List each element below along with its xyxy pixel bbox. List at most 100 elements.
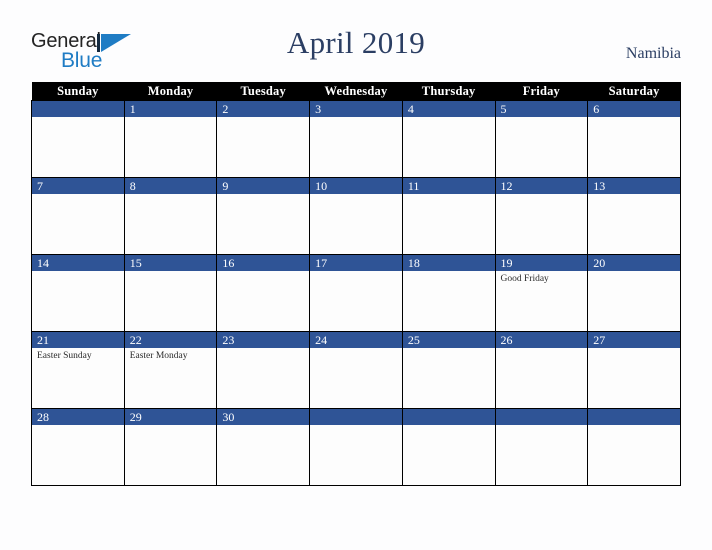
calendar-week-row: 7 8 9 10 11 12 13 bbox=[31, 177, 681, 255]
calendar-day-cell[interactable]: 28 bbox=[31, 408, 125, 486]
day-events bbox=[217, 425, 309, 485]
calendar-day-cell[interactable] bbox=[31, 100, 125, 178]
day-number bbox=[495, 409, 588, 425]
day-events: Easter Monday bbox=[125, 348, 217, 408]
calendar-week-row: 28 29 30 bbox=[31, 408, 681, 486]
calendar-day-cell[interactable]: 14 bbox=[31, 254, 125, 332]
calendar-day-cell[interactable]: 10 bbox=[309, 177, 403, 255]
day-number: 1 bbox=[124, 101, 217, 117]
day-events bbox=[217, 117, 309, 177]
calendar-day-cell[interactable]: 24 bbox=[309, 331, 403, 409]
day-events: Easter Sunday bbox=[32, 348, 124, 408]
calendar-day-cell[interactable]: 29 bbox=[123, 408, 218, 486]
day-events bbox=[588, 348, 680, 408]
calendar-day-cell[interactable]: 13 bbox=[587, 177, 681, 255]
calendar-day-cell[interactable]: 2 bbox=[216, 100, 311, 178]
day-number: 7 bbox=[32, 178, 124, 194]
day-number: 14 bbox=[32, 255, 124, 271]
calendar-day-cell[interactable]: 16 bbox=[216, 254, 311, 332]
day-events bbox=[588, 271, 680, 331]
weekday-header-row: Sunday Monday Tuesday Wednesday Thursday… bbox=[31, 82, 681, 101]
day-events bbox=[403, 425, 495, 485]
day-events bbox=[125, 117, 217, 177]
day-number: 17 bbox=[310, 255, 402, 271]
day-number: 18 bbox=[402, 255, 495, 271]
weekday-header-thursday: Thursday bbox=[402, 82, 496, 101]
day-number: 22 bbox=[124, 332, 217, 348]
calendar-body: 1 2 3 4 5 6 7 8 9 10 11 12 13 14 15 16 17 18 19 Good Friday… bbox=[31, 100, 681, 486]
calendar-day-cell[interactable]: 18 bbox=[401, 254, 496, 332]
day-number: 15 bbox=[124, 255, 217, 271]
calendar-day-cell[interactable] bbox=[309, 408, 403, 486]
day-events bbox=[588, 194, 680, 254]
day-events bbox=[125, 194, 217, 254]
day-events bbox=[403, 194, 495, 254]
day-events bbox=[403, 271, 495, 331]
weekday-header-monday: Monday bbox=[124, 82, 217, 101]
calendar-day-cell[interactable]: 7 bbox=[31, 177, 125, 255]
day-events bbox=[310, 271, 402, 331]
day-events bbox=[217, 348, 309, 408]
day-events bbox=[310, 117, 402, 177]
calendar-day-cell[interactable]: 9 bbox=[216, 177, 311, 255]
day-number: 30 bbox=[217, 409, 310, 425]
calendar-day-cell[interactable]: 19 Good Friday bbox=[494, 254, 589, 332]
calendar-day-cell[interactable]: 30 bbox=[216, 408, 311, 486]
calendar-day-cell[interactable]: 27 bbox=[587, 331, 681, 409]
calendar-day-cell[interactable]: 12 bbox=[494, 177, 589, 255]
holiday-label: Easter Sunday bbox=[37, 351, 92, 361]
day-number: 10 bbox=[310, 178, 402, 194]
day-events bbox=[310, 425, 402, 485]
day-number: 19 bbox=[495, 255, 588, 271]
calendar-week-row: 123456 bbox=[31, 100, 681, 178]
calendar-day-cell[interactable]: 25 bbox=[401, 331, 496, 409]
calendar-grid: Sunday Monday Tuesday Wednesday Thursday… bbox=[31, 82, 681, 486]
calendar-day-cell[interactable] bbox=[587, 408, 681, 486]
day-events bbox=[496, 348, 588, 408]
calendar-day-cell[interactable]: 26 bbox=[494, 331, 589, 409]
day-number: 27 bbox=[588, 332, 680, 348]
calendar-day-cell[interactable]: 5 bbox=[494, 100, 589, 178]
weekday-header-tuesday: Tuesday bbox=[216, 82, 310, 101]
day-number bbox=[310, 409, 402, 425]
day-number: 29 bbox=[124, 409, 217, 425]
day-number: 20 bbox=[588, 255, 680, 271]
calendar-day-cell[interactable]: 23 bbox=[216, 331, 311, 409]
day-events bbox=[496, 425, 588, 485]
calendar-day-cell[interactable]: 15 bbox=[123, 254, 218, 332]
calendar-day-cell[interactable]: 22 Easter Monday bbox=[123, 331, 218, 409]
day-events bbox=[403, 348, 495, 408]
calendar-day-cell[interactable]: 4 bbox=[401, 100, 496, 178]
day-number: 16 bbox=[217, 255, 310, 271]
day-number: 9 bbox=[217, 178, 310, 194]
page-title: April 2019 bbox=[286, 25, 426, 60]
calendar-day-cell[interactable]: 6 bbox=[587, 100, 681, 178]
day-number: 5 bbox=[495, 101, 588, 117]
day-number: 12 bbox=[495, 178, 588, 194]
day-events bbox=[310, 348, 402, 408]
day-events bbox=[32, 425, 124, 485]
day-number bbox=[588, 409, 680, 425]
day-number: 24 bbox=[310, 332, 402, 348]
holiday-label: Good Friday bbox=[500, 274, 549, 284]
calendar-day-cell[interactable]: 17 bbox=[309, 254, 403, 332]
day-number: 28 bbox=[32, 409, 124, 425]
calendar-day-cell[interactable]: 21 Easter Sunday bbox=[31, 331, 125, 409]
day-events bbox=[32, 117, 124, 177]
calendar-week-row: 14 15 16 17 18 19 Good Friday 20 bbox=[31, 254, 681, 332]
calendar-day-cell[interactable] bbox=[401, 408, 496, 486]
day-events bbox=[588, 117, 680, 177]
region-label: Namibia bbox=[625, 45, 681, 62]
day-number: 26 bbox=[495, 332, 588, 348]
calendar-day-cell[interactable]: 8 bbox=[123, 177, 218, 255]
day-events bbox=[125, 425, 217, 485]
calendar-day-cell[interactable]: 20 bbox=[587, 254, 681, 332]
calendar-day-cell[interactable]: 3 bbox=[309, 100, 403, 178]
day-events bbox=[32, 194, 124, 254]
day-events bbox=[32, 271, 124, 331]
day-events bbox=[310, 194, 402, 254]
calendar-day-cell[interactable]: 11 bbox=[401, 177, 496, 255]
calendar-day-cell[interactable] bbox=[494, 408, 589, 486]
calendar-day-cell[interactable]: 1 bbox=[123, 100, 218, 178]
day-number: 21 bbox=[32, 332, 124, 348]
